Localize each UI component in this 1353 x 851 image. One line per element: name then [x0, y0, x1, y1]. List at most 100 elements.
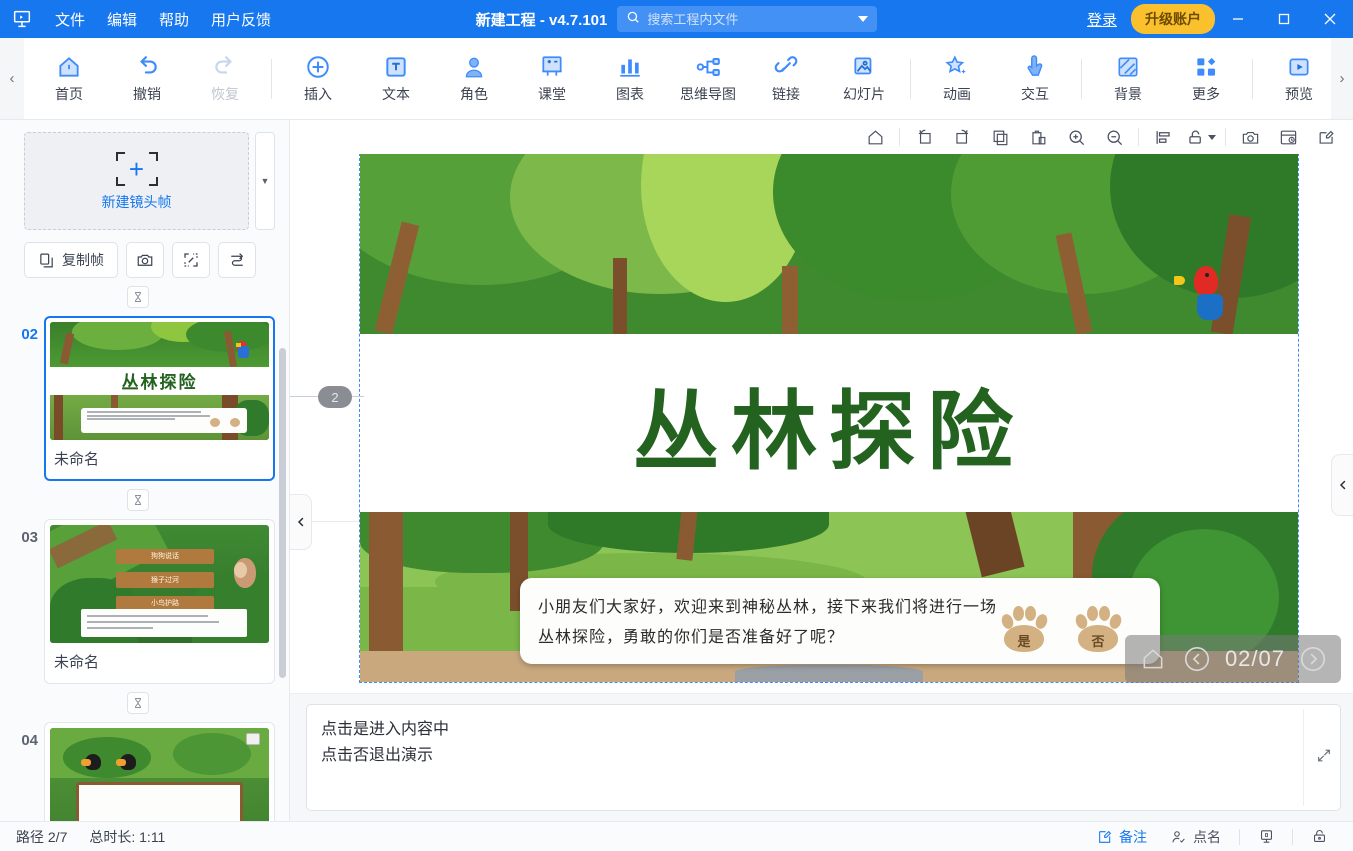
menu-edit[interactable]: 编辑 [96, 6, 148, 33]
chevron-down-icon[interactable] [1208, 134, 1216, 140]
status-left: 路径 2/7 总时长: 1:11 [0, 827, 165, 847]
ribbon-chart[interactable]: 图表 [591, 43, 669, 115]
rotate-right-icon[interactable] [943, 122, 981, 152]
ribbon-home[interactable]: 首页 [30, 43, 108, 115]
thumb-title: 丛林探险 [121, 373, 198, 393]
app-logo-icon[interactable] [0, 8, 44, 30]
ribbon-link[interactable]: 链接 [747, 43, 825, 115]
ribbon-redo[interactable]: 恢复 [186, 43, 264, 115]
edit-icon[interactable] [1307, 122, 1345, 152]
slide-name[interactable]: 未命名 [50, 643, 269, 678]
menu-help[interactable]: 帮助 [148, 6, 200, 33]
close-icon[interactable] [1307, 0, 1353, 38]
screenshot-camera-icon[interactable] [1231, 122, 1269, 152]
frame-index-badge[interactable]: 2 [318, 386, 352, 408]
slide-thumbnail-card[interactable]: 丛林探险 未命名 [44, 316, 275, 481]
upgrade-account-button[interactable]: 升级账户 [1131, 4, 1215, 34]
expand-icon[interactable] [1316, 747, 1332, 768]
paste-icon[interactable] [1019, 122, 1057, 152]
paw-yes-button[interactable]: 是 [999, 606, 1050, 652]
ribbon-scroll-left-icon[interactable]: ‹ [0, 38, 24, 119]
display-icon[interactable] [1246, 828, 1286, 845]
status-right: 备注 点名 [1085, 827, 1353, 847]
canvas-panel: 丛林探险 小朋友们大家好，欢迎来到神秘丛林，接下来我们将进行一场丛林探险，勇敢的… [290, 120, 1353, 821]
frame-camera-icon[interactable] [126, 242, 164, 278]
zoom-in-icon[interactable] [1057, 122, 1095, 152]
rotate-left-icon[interactable] [905, 122, 943, 152]
slide-stage[interactable]: 丛林探险 小朋友们大家好，欢迎来到神秘丛林，接下来我们将进行一场丛林探险，勇敢的… [290, 154, 1299, 683]
ribbon-interaction[interactable]: 交互 [996, 43, 1074, 115]
page-title: 丛林探险 [633, 381, 1025, 482]
sign-label: 小鸟护路 [150, 600, 179, 608]
duplicate-frame-button[interactable]: 复制帧 [24, 242, 118, 278]
list-item[interactable]: 02 丛林探险 未命名 [0, 316, 275, 481]
new-frame-button[interactable]: + 新建镜头帧 [24, 132, 249, 230]
slide-thumbnail-card[interactable]: 狗狗说话 猴子过河 小鸟护路 未命名 [44, 519, 275, 684]
ribbon-mindmap[interactable]: 思维导图 [669, 43, 747, 115]
menu-file[interactable]: 文件 [44, 6, 96, 33]
minimize-icon[interactable] [1215, 0, 1261, 38]
login-button[interactable]: 登录 [1073, 9, 1131, 30]
slides-list[interactable]: 02 丛林探险 未命名 03 狗狗说话 猴子过河 小鸟护路 未命名 04 [0, 278, 289, 821]
slide-thumbnail-card[interactable] [44, 722, 275, 821]
pager-home-icon[interactable] [1131, 637, 1175, 681]
speech-bubble[interactable]: 小朋友们大家好，欢迎来到神秘丛林，接下来我们将进行一场丛林探险，勇敢的你们是否准… [520, 578, 1160, 664]
canvas-area[interactable]: 丛林探险 小朋友们大家好，欢迎来到神秘丛林，接下来我们将进行一场丛林探险，勇敢的… [290, 154, 1353, 693]
ribbon-text[interactable]: 文本 [357, 43, 435, 115]
ribbon-character[interactable]: 角色 [435, 43, 513, 115]
notes-text[interactable]: 点击是进入内容中 点击否退出演示 [321, 717, 1300, 770]
maximize-icon[interactable] [1261, 0, 1307, 38]
ribbon-background[interactable]: 背景 [1089, 43, 1167, 115]
ribbon-items: 首页 撤销 恢复 插入 文本 角色 课堂 图表 思维导图 链接 幻灯片 动画 交… [24, 38, 1353, 119]
ribbon-preview[interactable]: 预览 [1260, 43, 1338, 115]
copy-icon[interactable] [981, 122, 1019, 152]
collapse-right-panel-button[interactable] [1331, 454, 1353, 516]
rollcall-label: 点名 [1193, 828, 1221, 845]
menu-feedback[interactable]: 用户反馈 [200, 6, 282, 33]
list-item[interactable]: 04 [0, 722, 275, 821]
ribbon-chart-label: 图表 [616, 85, 644, 102]
paw-no-button[interactable]: 否 [1073, 606, 1124, 652]
search-input[interactable] [647, 11, 852, 27]
bubble-text: 小朋友们大家好，欢迎来到神秘丛林，接下来我们将进行一场丛林探险，勇敢的你们是否准… [538, 597, 998, 647]
ribbon-scroll-right-icon[interactable]: › [1331, 38, 1353, 119]
unlock-icon[interactable] [1182, 122, 1220, 152]
ribbon-undo[interactable]: 撤销 [108, 43, 186, 115]
transition-row-3 [0, 684, 275, 722]
ribbon-toolbar: ‹ 首页 撤销 恢复 插入 文本 角色 课堂 图表 思维导图 链接 幻灯片 动画… [0, 38, 1353, 120]
lock-icon[interactable] [1299, 828, 1339, 845]
fit-frame-icon[interactable] [172, 242, 210, 278]
notes-box[interactable]: 点击是进入内容中 点击否退出演示 [306, 704, 1341, 811]
hourglass-icon[interactable] [126, 692, 149, 714]
transition-row-2 [0, 481, 275, 519]
menu-bar: 文件 编辑 帮助 用户反馈 [44, 6, 282, 33]
slide-artwork: 丛林探险 小朋友们大家好，欢迎来到神秘丛林，接下来我们将进行一场丛林探险，勇敢的… [360, 154, 1298, 682]
hourglass-icon[interactable] [126, 286, 149, 308]
list-item[interactable]: 03 狗狗说话 猴子过河 小鸟护路 未命名 [0, 519, 275, 684]
new-frame-dropdown-icon[interactable]: ▼ [255, 132, 275, 230]
slide-thumbnail: 丛林探险 [50, 322, 269, 440]
ribbon-undo-label: 撤销 [133, 85, 161, 102]
slide-name[interactable]: 未命名 [50, 440, 269, 475]
pager-prev-icon[interactable] [1175, 637, 1219, 681]
ribbon-animation[interactable]: 动画 [918, 43, 996, 115]
rollcall-button[interactable]: 点名 [1159, 827, 1233, 847]
ribbon-more[interactable]: 更多 [1167, 43, 1245, 115]
project-search-box[interactable] [617, 6, 878, 32]
slides-scrollbar[interactable] [279, 348, 286, 678]
zoom-out-icon[interactable] [1095, 122, 1133, 152]
ribbon-insert[interactable]: 插入 [279, 43, 357, 115]
hourglass-icon[interactable] [126, 489, 149, 511]
slides-panel: + 新建镜头帧 ▼ 复制帧 02 丛林探险 未命名 03 狗狗说话 猴子过河 小… [0, 120, 290, 821]
align-icon[interactable] [1144, 122, 1182, 152]
notes-toggle[interactable]: 备注 [1085, 827, 1159, 847]
frame-badge-line-left [290, 396, 320, 397]
home-outline-icon[interactable] [856, 122, 894, 152]
collapse-left-panel-button[interactable] [290, 494, 312, 550]
ribbon-slide[interactable]: 幻灯片 [825, 43, 903, 115]
history-icon[interactable] [1269, 122, 1307, 152]
chevron-down-icon[interactable] [858, 16, 869, 22]
ribbon-classroom[interactable]: 课堂 [513, 43, 591, 115]
pager-next-icon[interactable] [1291, 637, 1335, 681]
reorder-frames-icon[interactable] [218, 242, 256, 278]
